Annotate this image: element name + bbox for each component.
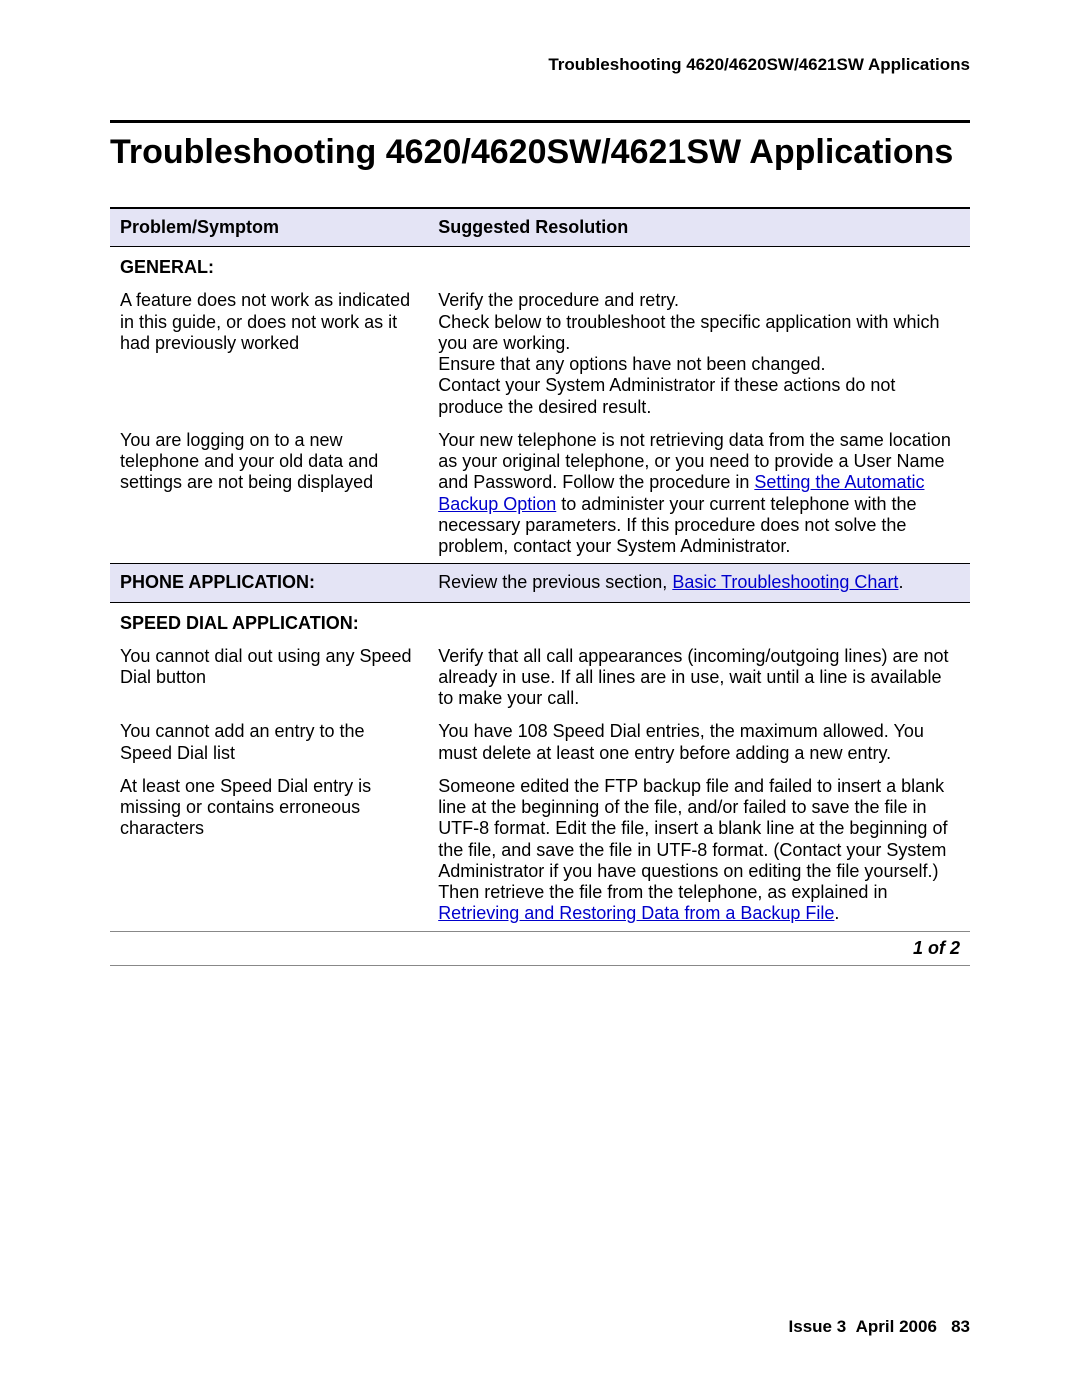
problem-speed-1: You cannot dial out using any Speed Dial… [110, 640, 428, 716]
problem-general-1: A feature does not work as indicated in … [110, 284, 428, 423]
col-header-resolution: Suggested Resolution [428, 208, 970, 247]
page-footer: Issue 3 April 2006 83 [789, 1317, 970, 1337]
link-retrieve-restore[interactable]: Retrieving and Restoring Data from a Bac… [438, 903, 834, 923]
resolution-general-1: Verify the procedure and retry.Check bel… [428, 284, 970, 423]
problem-general-2: You are logging on to a new telephone an… [110, 424, 428, 564]
resolution-phone-app: Review the previous section, Basic Troub… [428, 564, 970, 602]
table-pager: 1 of 2 [110, 931, 970, 965]
resolution-general-2: Your new telephone is not retrieving dat… [428, 424, 970, 564]
section-phone-app: PHONE APPLICATION: [110, 564, 428, 602]
section-general: GENERAL: [110, 247, 428, 285]
rule-top [110, 120, 970, 123]
link-basic-chart[interactable]: Basic Troubleshooting Chart [672, 572, 898, 592]
resolution-speed-2: You have 108 Speed Dial entries, the max… [428, 715, 970, 769]
col-header-problem: Problem/Symptom [110, 208, 428, 247]
resolution-speed-3: Someone edited the FTP backup file and f… [428, 770, 970, 931]
running-header: Troubleshooting 4620/4620SW/4621SW Appli… [110, 55, 970, 75]
section-speed-dial: SPEED DIAL APPLICATION: [110, 602, 970, 640]
problem-speed-2: You cannot add an entry to the Speed Dia… [110, 715, 428, 769]
page-title: Troubleshooting 4620/4620SW/4621SW Appli… [110, 133, 970, 172]
troubleshooting-table: Problem/Symptom Suggested Resolution GEN… [110, 207, 970, 966]
resolution-speed-1: Verify that all call appearances (incomi… [428, 640, 970, 716]
problem-speed-3: At least one Speed Dial entry is missing… [110, 770, 428, 931]
